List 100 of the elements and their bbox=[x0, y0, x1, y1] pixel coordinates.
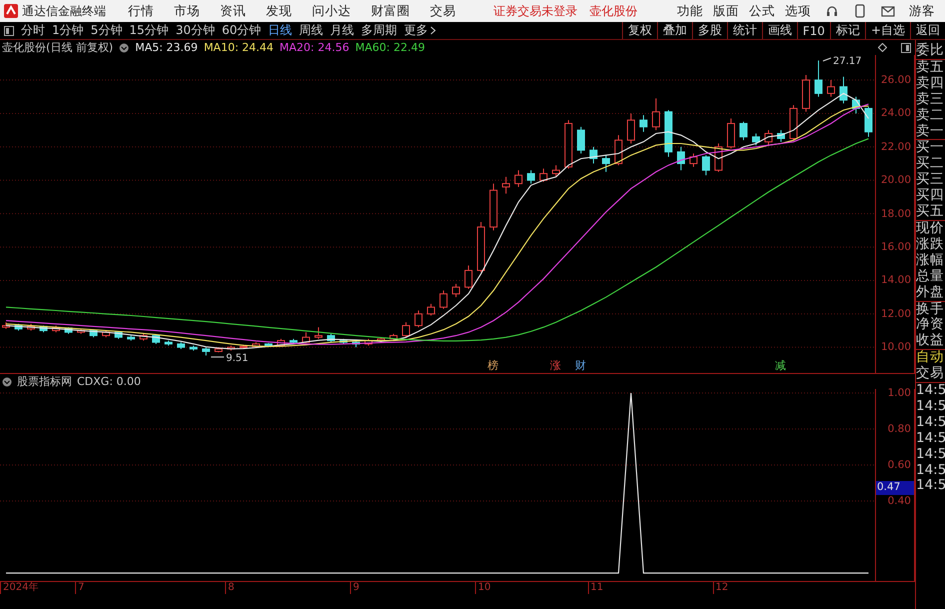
signal-marker: 榜 bbox=[488, 359, 498, 372]
candlestick bbox=[540, 168, 548, 182]
candlestick bbox=[840, 76, 848, 104]
menu-item[interactable]: 资讯 bbox=[220, 2, 246, 20]
candlestick bbox=[702, 154, 710, 176]
signal-marker: 涨 bbox=[550, 359, 561, 372]
indicator-value: CDXG: 0.00 bbox=[77, 375, 141, 388]
date-label: 12 bbox=[712, 582, 728, 594]
diamond-icon[interactable] bbox=[878, 43, 887, 52]
date-label: 2024年 bbox=[0, 582, 38, 594]
quote-label: 买五 bbox=[916, 204, 945, 221]
quote-label: 卖一 bbox=[916, 124, 945, 140]
menu-item[interactable]: 公式 bbox=[749, 2, 775, 20]
moving-average-label: MA20: 24.56 bbox=[280, 41, 350, 54]
axis-label: 18.00 bbox=[880, 208, 911, 220]
signal-marker: 减 bbox=[775, 359, 786, 372]
candlestick bbox=[314, 326, 322, 340]
trade-time: 14:5 bbox=[916, 478, 945, 494]
chevron-icon bbox=[430, 26, 436, 35]
trade-time: 14:5 bbox=[916, 462, 945, 478]
menu-item[interactable]: 市场 bbox=[174, 2, 200, 20]
candlestick bbox=[627, 112, 635, 144]
period-tab[interactable]: 60分钟 bbox=[222, 22, 262, 39]
trade-time: 14:5 bbox=[916, 446, 945, 463]
axis-label: 0.80 bbox=[888, 422, 911, 435]
dropdown-icon[interactable] bbox=[119, 42, 130, 52]
trade-time: 14:5 bbox=[916, 430, 945, 447]
candlestick bbox=[727, 118, 735, 150]
candlestick bbox=[552, 164, 560, 178]
signal-marker: 财 bbox=[575, 359, 586, 372]
quote-label: 净资 bbox=[916, 317, 945, 333]
axis-label: 16.00 bbox=[880, 241, 911, 254]
quote-label: 卖三 bbox=[916, 92, 945, 108]
indicator-title: 股票指标网 bbox=[17, 374, 72, 389]
date-label: 11 bbox=[588, 582, 604, 594]
menu-item[interactable]: 交易 bbox=[430, 2, 456, 20]
candlestick bbox=[602, 154, 610, 172]
axis-label: 0.40 bbox=[888, 495, 911, 508]
axis-label: 26.00 bbox=[880, 74, 911, 86]
high-price-label: 27.17 bbox=[833, 56, 862, 67]
period-tab[interactable]: 更多 bbox=[404, 22, 436, 39]
app-title: 通达信金融终端 bbox=[22, 2, 106, 20]
menu-item[interactable]: 版面 bbox=[713, 2, 739, 20]
trade-label[interactable]: 自动 bbox=[916, 350, 945, 366]
quote-label: 委比 bbox=[916, 43, 945, 60]
candlestick bbox=[614, 134, 622, 166]
quote-label: 换手 bbox=[916, 302, 945, 317]
menu-item[interactable]: 问小达 bbox=[312, 2, 351, 20]
user-label[interactable]: 游客 bbox=[909, 2, 935, 20]
mail-icon[interactable] bbox=[881, 6, 895, 16]
trade-label[interactable]: 交易 bbox=[916, 366, 945, 384]
period-tab[interactable]: 分时 bbox=[21, 22, 45, 39]
period-tab[interactable]: 多周期 bbox=[361, 22, 398, 39]
status-notice[interactable]: 壶化股份 bbox=[590, 2, 638, 20]
axis-label: 12.00 bbox=[880, 308, 911, 320]
candlestick bbox=[440, 290, 448, 310]
quote-label: 卖五 bbox=[916, 60, 945, 76]
app-logo-icon bbox=[4, 4, 18, 18]
menu-item[interactable]: 行情 bbox=[128, 2, 154, 20]
panel-toggle-icon[interactable] bbox=[901, 42, 911, 52]
period-tab[interactable]: 5分钟 bbox=[90, 22, 122, 39]
menu-item[interactable]: 发现 bbox=[266, 2, 292, 20]
current-value-label: 0.47 bbox=[876, 481, 914, 496]
period-tab[interactable]: 30分钟 bbox=[176, 22, 215, 39]
candlestick bbox=[740, 121, 748, 141]
period-tab[interactable]: 1分钟 bbox=[52, 22, 84, 39]
quote-label: 涨跌 bbox=[916, 236, 945, 253]
menu-item[interactable]: 选项 bbox=[785, 2, 811, 20]
period-tab[interactable]: 周线 bbox=[299, 22, 324, 39]
period-tab[interactable]: 日线 bbox=[268, 22, 292, 39]
moving-average-label: MA10: 24.44 bbox=[204, 41, 274, 54]
candlestick bbox=[452, 283, 460, 298]
quote-label: 收益 bbox=[916, 333, 945, 350]
chart-title: 壶化股份(日线 前复权) bbox=[2, 40, 114, 55]
date-label: 7 bbox=[75, 582, 84, 594]
trade-time: 14:5 bbox=[916, 414, 945, 431]
quote-label: 现价 bbox=[916, 220, 945, 237]
quote-label: 买三 bbox=[916, 172, 945, 188]
status-notice[interactable]: 证券交易未登录 bbox=[494, 2, 578, 20]
period-tab[interactable]: 15分钟 bbox=[129, 22, 169, 39]
quote-label: 买一 bbox=[916, 140, 945, 156]
candlestick bbox=[414, 310, 422, 328]
quote-label: 买二 bbox=[916, 156, 945, 172]
candlestick bbox=[677, 146, 685, 171]
quote-label: 卖二 bbox=[916, 108, 945, 124]
menu-item[interactable]: 功能 bbox=[677, 2, 703, 20]
panel-toggle-icon[interactable] bbox=[4, 26, 14, 36]
candlestick bbox=[577, 126, 585, 154]
period-tab[interactable]: 月线 bbox=[330, 22, 354, 39]
axis-label: 22.00 bbox=[880, 140, 911, 153]
candlestick bbox=[827, 80, 835, 98]
quote-label: 总量 bbox=[916, 268, 945, 285]
axis-label: 20.00 bbox=[880, 174, 911, 186]
candlestick bbox=[502, 176, 510, 194]
phone-icon[interactable] bbox=[855, 4, 865, 18]
dropdown-icon[interactable] bbox=[2, 376, 12, 386]
date-label: 10 bbox=[475, 582, 491, 594]
menu-item[interactable]: 财富圈 bbox=[371, 2, 410, 20]
leader-line bbox=[822, 58, 832, 62]
headset-icon[interactable] bbox=[825, 4, 839, 18]
